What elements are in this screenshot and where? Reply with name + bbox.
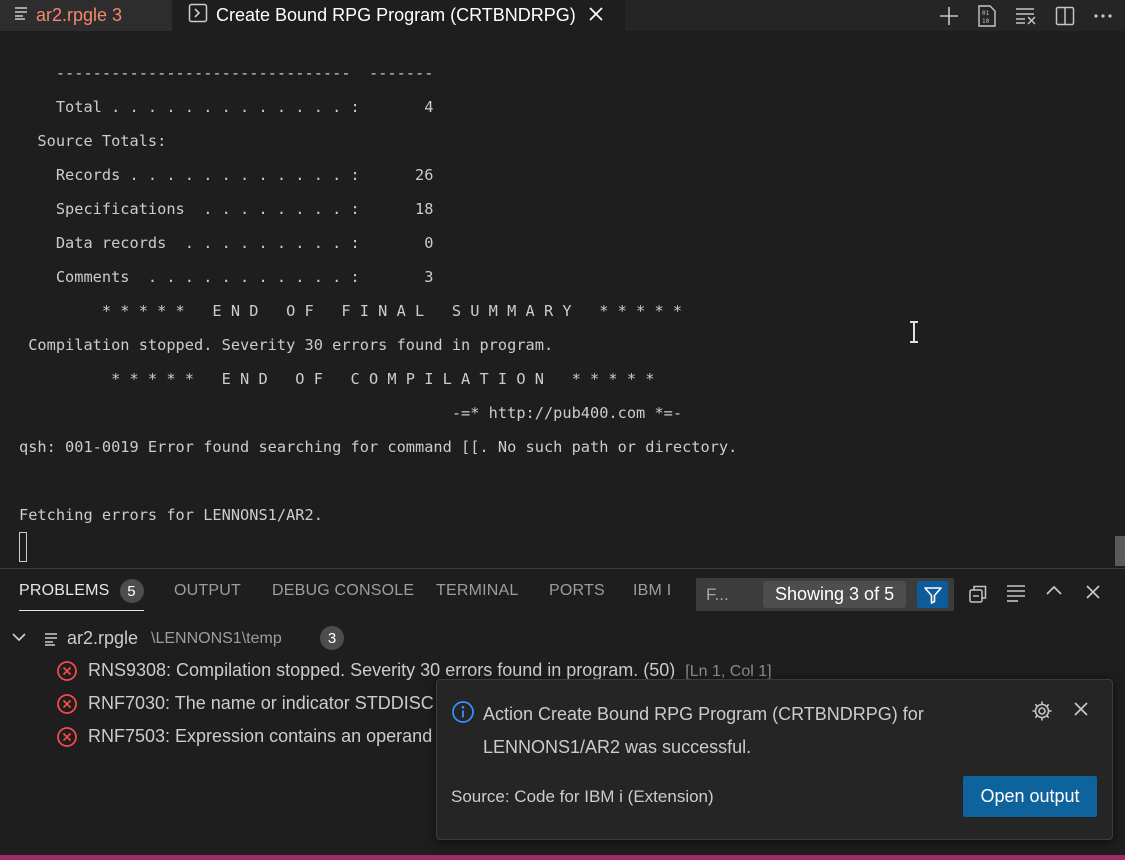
lines-icon <box>44 630 58 651</box>
tab-terminal[interactable]: TERMINAL <box>436 569 519 613</box>
text-cursor-icon <box>908 321 920 343</box>
filter-button[interactable] <box>917 581 948 608</box>
filter-icon <box>923 586 942 604</box>
terminal-line: * * * * * E N D O F F I N A L S U M M A … <box>19 302 683 320</box>
terminal-output[interactable]: -------------------------------- -------… <box>0 31 1125 568</box>
error-icon <box>56 693 78 720</box>
file-problems-count: 3 <box>320 626 344 650</box>
tab-ibm-i[interactable]: IBM I <box>633 569 671 613</box>
terminal-line: -------------------------------- ------- <box>19 64 434 82</box>
tab-label: Create Bound RPG Program (CRTBNDRPG) <box>216 5 576 25</box>
problems-count-badge: 5 <box>119 579 144 603</box>
info-icon <box>451 700 475 729</box>
terminal-line: Specifications . . . . . . . . : 18 <box>19 200 434 218</box>
terminal-line: Fetching errors for LENNONS1/AR2. <box>19 506 323 524</box>
open-output-button[interactable]: Open output <box>963 776 1097 817</box>
file-name: ar2.rpgle <box>67 628 139 648</box>
problem-location: [Ln 1, Col 1] <box>685 663 772 680</box>
terminal-scrollbar[interactable] <box>1113 31 1125 568</box>
terminal-line: Comments . . . . . . . . . . . : 3 <box>19 268 434 286</box>
problem-message: RNF7030: The name or indicator STDDISC <box>88 693 434 713</box>
gear-icon[interactable] <box>1031 700 1053 727</box>
chevron-up-icon[interactable] <box>1045 584 1063 596</box>
clear-icon[interactable] <box>1015 7 1037 25</box>
tab-label: IBM I <box>633 582 672 599</box>
problem-message: RNF7503: Expression contains an operand <box>88 726 433 746</box>
editor-actions: 01 10 <box>939 0 1113 31</box>
tab-create-bound-rpg-program[interactable]: Create Bound RPG Program (CRTBNDRPG) <box>172 0 625 31</box>
tab-problems[interactable]: PROBLEMS 5 <box>19 569 144 613</box>
filter-placeholder: F... <box>706 585 729 604</box>
chevron-down-icon[interactable] <box>10 628 28 651</box>
error-icon <box>56 726 78 753</box>
more-icon[interactable] <box>1093 13 1113 19</box>
close-icon[interactable] <box>588 6 604 26</box>
file-path: \LENNONS1\temp <box>151 630 282 647</box>
tab-label: OUTPUT <box>174 582 241 599</box>
notification-toast: Action Create Bound RPG Program (CRTBNDR… <box>436 679 1113 840</box>
terminal-line: * * * * * E N D O F C O M P I L A T I O … <box>19 370 655 388</box>
tab-label: PROBLEMS <box>19 582 110 599</box>
panel-tab-bar: PROBLEMS 5 OUTPUT DEBUG CONSOLE TERMINAL… <box>0 569 1125 613</box>
terminal-cursor <box>19 532 27 562</box>
notification-source: Source: Code for IBM i (Extension) <box>451 787 714 806</box>
plus-icon[interactable] <box>939 6 959 26</box>
tab-ports[interactable]: PORTS <box>549 569 605 613</box>
svg-text:01: 01 <box>982 10 990 17</box>
close-panel-icon[interactable] <box>1085 584 1101 600</box>
scrollbar-thumb[interactable] <box>1115 536 1125 566</box>
editor-tab-bar: ar2.rpgle 3 Create Bound RPG Program (CR… <box>0 0 1125 31</box>
svg-text:10: 10 <box>982 18 990 25</box>
terminal-line: Total . . . . . . . . . . . . . : 4 <box>19 98 434 116</box>
collapse-all-icon[interactable] <box>968 584 988 604</box>
terminal-line: -=* http://pub400.com *=- <box>19 404 683 422</box>
split-editor-icon[interactable] <box>1055 6 1075 26</box>
close-notification-icon[interactable] <box>1073 701 1089 722</box>
binary-icon[interactable]: 01 10 <box>977 4 997 27</box>
tab-ar2-rpgle[interactable]: ar2.rpgle 3 <box>0 0 172 31</box>
lines-icon <box>14 6 28 25</box>
tab-label: ar2.rpgle 3 <box>36 5 123 25</box>
terminal-line: Source Totals: <box>19 132 167 150</box>
terminal-line: Data records . . . . . . . . . : 0 <box>19 234 434 252</box>
filter-count-badge: Showing 3 of 5 <box>763 581 907 608</box>
terminal-line: qsh: 001-0019 Error found searching for … <box>19 438 738 456</box>
terminal-line: Records . . . . . . . . . . . . : 26 <box>19 166 434 184</box>
notification-message: Action Create Bound RPG Program (CRTBNDR… <box>483 704 924 757</box>
error-icon <box>56 660 78 687</box>
tab-label: PORTS <box>549 582 605 599</box>
view-as-list-icon[interactable] <box>1006 584 1026 602</box>
problems-file-row[interactable]: ar2.rpgle \LENNONS1\temp 3 <box>0 622 1125 655</box>
tab-output[interactable]: OUTPUT <box>174 569 241 613</box>
status-bar <box>0 855 1125 860</box>
tab-label: TERMINAL <box>436 582 519 599</box>
terminal-line: Compilation stopped. Severity 30 errors … <box>19 336 554 354</box>
tab-debug-console[interactable]: DEBUG CONSOLE <box>272 569 414 613</box>
tab-label: DEBUG CONSOLE <box>272 582 415 599</box>
terminal-icon <box>188 3 208 28</box>
problem-message: RNS9308: Compilation stopped. Severity 3… <box>88 660 676 680</box>
